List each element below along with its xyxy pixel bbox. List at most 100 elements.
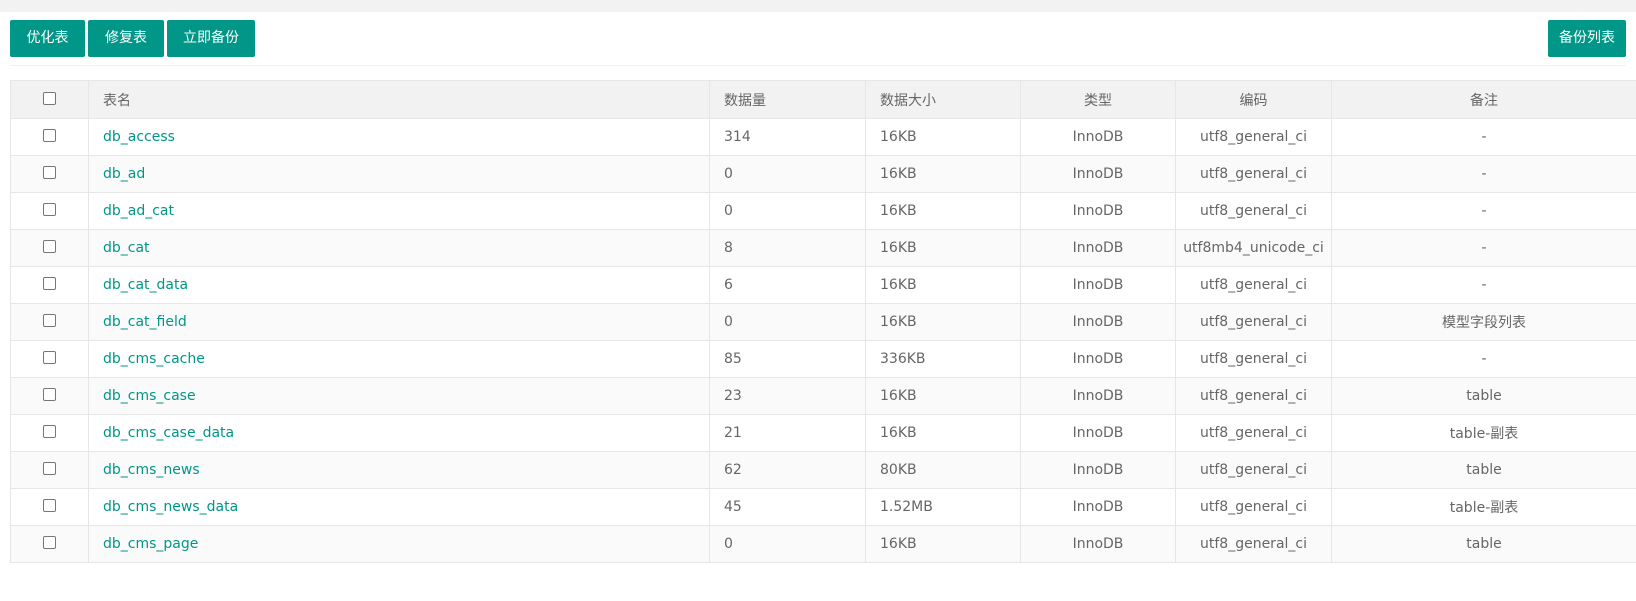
collation-cell: utf8_general_ci [1175,525,1332,563]
table-name-cell: db_cms_case [88,377,710,415]
toolbar-divider [10,65,1626,66]
row-checkbox[interactable] [43,425,56,438]
row-checkbox[interactable] [43,166,56,179]
data-size-cell: 16KB [865,303,1021,341]
table-name-cell: db_cat_field [88,303,710,341]
row-select-cell [10,340,89,378]
collation-cell: utf8_general_ci [1175,451,1332,489]
row-count-cell: 62 [709,451,866,489]
row-select-cell [10,414,89,452]
row-count-cell: 6 [709,266,866,304]
engine-type-cell: InnoDB [1020,377,1176,415]
table-name-cell: db_cms_cache [88,340,710,378]
row-select-cell [10,229,89,267]
header-collation: 编码 [1175,80,1332,119]
table-name-link[interactable]: db_cms_page [103,536,198,552]
note-cell: table-副表 [1331,414,1636,452]
row-checkbox[interactable] [43,536,56,549]
row-checkbox[interactable] [43,388,56,401]
table-name-cell: db_cms_news_data [88,488,710,526]
engine-type-cell: InnoDB [1020,451,1176,489]
table-name-link[interactable]: db_ad [103,166,145,182]
table-header-row: 表名 数据量 数据大小 类型 编码 备注 [10,80,1636,119]
row-checkbox[interactable] [43,277,56,290]
note-cell: - [1331,340,1636,378]
data-size-cell: 16KB [865,155,1021,193]
table-name-link[interactable]: db_cms_case [103,388,196,404]
collation-cell: utf8_general_ci [1175,340,1332,378]
backup-list-button[interactable]: 备份列表 [1548,20,1626,57]
table-name-cell: db_cat [88,229,710,267]
row-count-cell: 21 [709,414,866,452]
table-row: db_cms_case 23 16KB InnoDB utf8_general_ci ta… [10,377,1636,415]
row-count-cell: 0 [709,303,866,341]
engine-type-cell: InnoDB [1020,340,1176,378]
collation-cell: utf8_general_ci [1175,266,1332,304]
row-checkbox[interactable] [43,314,56,327]
table-name-cell: db_ad [88,155,710,193]
row-select-cell [10,155,89,193]
data-size-cell: 16KB [865,229,1021,267]
table-name-link[interactable]: db_cat_data [103,277,188,293]
table-name-link[interactable]: db_access [103,129,175,145]
row-count-cell: 85 [709,340,866,378]
note-cell: - [1331,229,1636,267]
table-name-link[interactable]: db_cms_case_data [103,425,234,441]
header-note: 备注 [1331,80,1636,119]
collation-cell: utf8_general_ci [1175,414,1332,452]
engine-type-cell: InnoDB [1020,414,1176,452]
repair-table-button[interactable]: 修复表 [88,20,164,57]
table-name-link[interactable]: db_cms_news [103,462,200,478]
table-name-link[interactable]: db_cat_field [103,314,187,330]
table-row: db_ad 0 16KB InnoDB utf8_general_ci - [10,155,1636,193]
table-row: db_cms_news 62 80KB InnoDB utf8_general_ci ta… [10,451,1636,489]
header-select-all-cell [10,80,89,119]
row-checkbox[interactable] [43,129,56,142]
row-count-cell: 8 [709,229,866,267]
row-checkbox[interactable] [43,351,56,364]
collation-cell: utf8_general_ci [1175,155,1332,193]
note-cell: table [1331,451,1636,489]
engine-type-cell: InnoDB [1020,488,1176,526]
note-cell: table-副表 [1331,488,1636,526]
data-size-cell: 16KB [865,118,1021,156]
note-cell: table [1331,377,1636,415]
row-checkbox[interactable] [43,499,56,512]
row-select-cell [10,192,89,230]
collation-cell: utf8mb4_unicode_ci [1175,229,1332,267]
table-row: db_access 314 16KB InnoDB utf8_general_ci - [10,118,1636,156]
table-row: db_cat_data 6 16KB InnoDB utf8_general_ci - [10,266,1636,304]
engine-type-cell: InnoDB [1020,229,1176,267]
row-count-cell: 23 [709,377,866,415]
table-name-cell: db_cat_data [88,266,710,304]
data-size-cell: 336KB [865,340,1021,378]
table-body: db_access 314 16KB InnoDB utf8_general_ci - db… [10,118,1636,563]
collation-cell: utf8_general_ci [1175,303,1332,341]
row-select-cell [10,303,89,341]
optimize-table-button[interactable]: 优化表 [10,20,85,57]
row-checkbox[interactable] [43,240,56,253]
engine-type-cell: InnoDB [1020,118,1176,156]
row-count-cell: 314 [709,118,866,156]
note-cell: - [1331,192,1636,230]
toolbar: 优化表 修复表 立即备份 备份列表 [10,20,1626,57]
table-name-link[interactable]: db_cms_news_data [103,499,238,515]
note-cell: table [1331,525,1636,563]
row-checkbox[interactable] [43,203,56,216]
row-count-cell: 0 [709,525,866,563]
table-name-cell: db_cms_page [88,525,710,563]
backup-now-button[interactable]: 立即备份 [167,20,255,57]
data-size-cell: 1.52MB [865,488,1021,526]
header-data-size: 数据大小 [865,80,1021,119]
row-checkbox[interactable] [43,462,56,475]
data-size-cell: 16KB [865,192,1021,230]
engine-type-cell: InnoDB [1020,266,1176,304]
table-name-link[interactable]: db_ad_cat [103,203,174,219]
data-size-cell: 16KB [865,377,1021,415]
select-all-checkbox[interactable] [43,91,56,105]
table-name-link[interactable]: db_cms_cache [103,351,205,367]
data-size-cell: 16KB [865,266,1021,304]
collation-cell: utf8_general_ci [1175,488,1332,526]
header-table-name: 表名 [88,80,710,119]
table-name-link[interactable]: db_cat [103,240,150,256]
